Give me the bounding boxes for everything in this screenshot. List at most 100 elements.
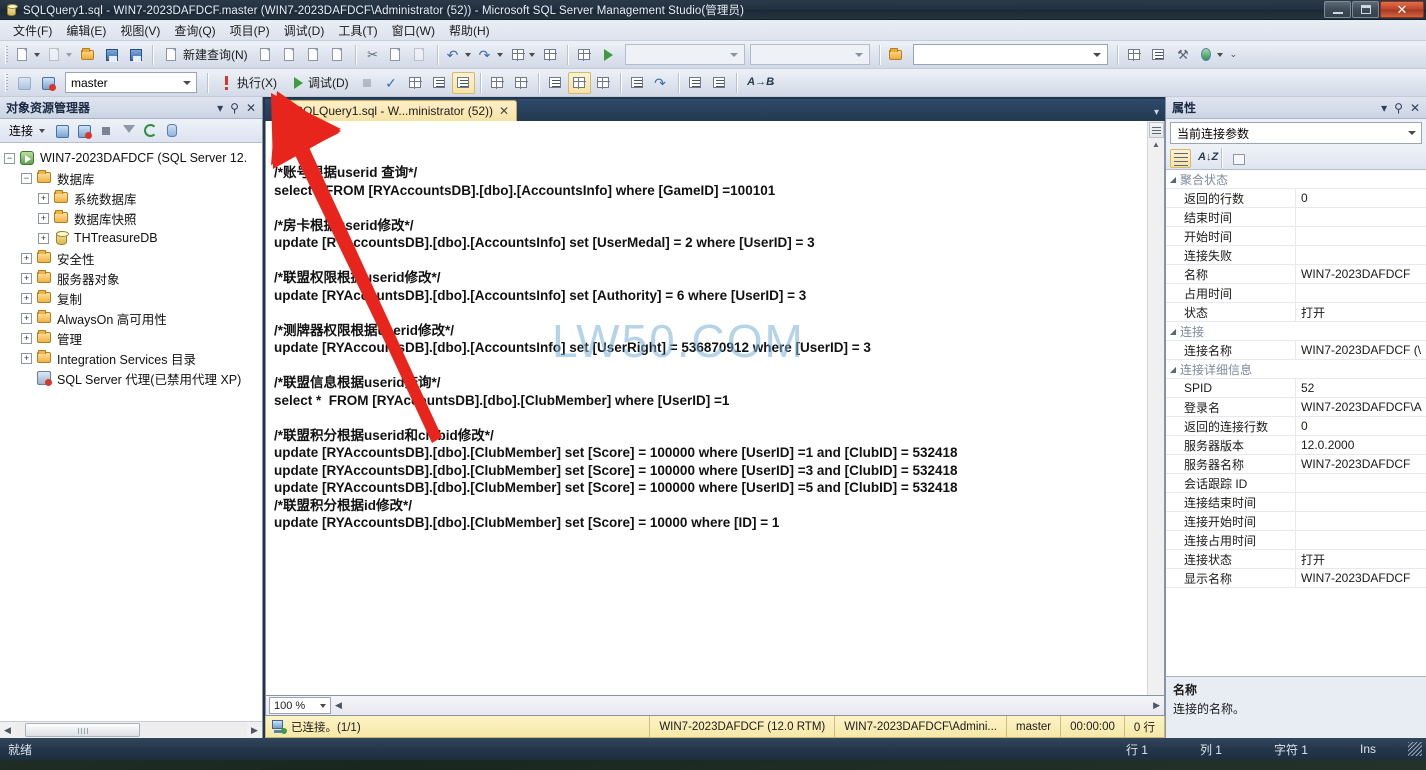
scroll-left-icon[interactable]: ◀ xyxy=(0,725,15,736)
property-category-row[interactable]: ◢ 聚合状态 xyxy=(1166,170,1426,189)
property-row[interactable]: 连接名称 WIN7-2023DAFDCF (\ xyxy=(1166,341,1426,360)
expand-icon[interactable]: + xyxy=(38,192,49,204)
undo-button[interactable]: ↶ xyxy=(443,44,474,66)
property-value[interactable]: WIN7-2023DAFDCF\A xyxy=(1295,398,1426,416)
property-value[interactable]: WIN7-2023DAFDCF xyxy=(1295,265,1426,283)
find-input[interactable] xyxy=(912,44,1108,65)
results-to-grid-button[interactable] xyxy=(567,71,591,94)
hscroll-track[interactable] xyxy=(15,723,247,737)
property-row[interactable]: 占用时间 xyxy=(1166,284,1426,303)
toolbar-overflow-button[interactable]: ⌄ xyxy=(1227,44,1241,66)
tree-item[interactable]: − WIN7-2023DAFDCF (SQL Server 12. xyxy=(4,148,262,168)
split-editor-handle[interactable] xyxy=(1148,122,1164,138)
tree-item[interactable]: + Integration Services 目录 xyxy=(4,348,262,368)
property-value[interactable] xyxy=(1295,531,1426,549)
connect-object-explorer-button[interactable] xyxy=(53,122,71,140)
hscroll-thumb[interactable] xyxy=(25,723,140,737)
property-row[interactable]: 服务器名称 WIN7-2023DAFDCF xyxy=(1166,455,1426,474)
property-row[interactable]: 显示名称 WIN7-2023DAFDCF xyxy=(1166,569,1426,588)
increase-indent-button[interactable] xyxy=(708,72,731,94)
expand-icon[interactable]: + xyxy=(21,312,32,324)
results-to-file-button[interactable] xyxy=(592,72,615,94)
disconnect-object-explorer-button[interactable] xyxy=(75,122,93,140)
solution-configuration-combo[interactable] xyxy=(624,44,745,65)
menu-debug[interactable]: 调试(D) xyxy=(277,20,332,41)
display-estimated-execution-plan-button[interactable] xyxy=(404,72,427,94)
expand-icon[interactable]: + xyxy=(38,232,49,244)
editor-hscroll-track[interactable] xyxy=(346,696,1149,715)
property-value[interactable]: 12.0.2000 xyxy=(1295,436,1426,454)
toolbar-grip[interactable] xyxy=(5,45,8,64)
minimize-button[interactable] xyxy=(1324,1,1351,18)
tools-options-button[interactable]: ⚒ xyxy=(1171,44,1194,66)
save-button[interactable] xyxy=(100,44,123,66)
object-explorer-tree[interactable]: − WIN7-2023DAFDCF (SQL Server 12. − 数据库 + 系统数… xyxy=(0,143,262,721)
sql-text-editor[interactable]: /*账号根据userid 查询*/ select * FROM [RYAccoun… xyxy=(266,121,1147,695)
tree-item[interactable]: + 系统数据库 xyxy=(4,188,262,208)
property-row[interactable]: 服务器版本 12.0.2000 xyxy=(1166,436,1426,455)
property-row[interactable]: 连接占用时间 xyxy=(1166,531,1426,550)
property-row[interactable]: 登录名 WIN7-2023DAFDCF\A xyxy=(1166,398,1426,417)
menu-query[interactable]: 查询(Q) xyxy=(167,20,222,41)
object-explorer-button[interactable] xyxy=(1123,44,1146,66)
new-mdx-query-button[interactable] xyxy=(279,44,302,66)
close-button[interactable]: ✕ xyxy=(1380,1,1424,18)
expand-icon[interactable]: + xyxy=(38,212,49,224)
tab-list-chevron-icon[interactable]: ▾ xyxy=(1154,107,1159,118)
specify-values-for-template-parameters-button[interactable]: A→B xyxy=(742,72,774,94)
categorized-view-button[interactable] xyxy=(1170,148,1191,168)
maximize-button[interactable] xyxy=(1352,1,1379,18)
property-row[interactable]: 会话跟踪 ID xyxy=(1166,474,1426,493)
available-databases-combo[interactable]: master xyxy=(65,72,197,93)
tree-item[interactable]: − 数据库 xyxy=(4,168,262,188)
toolbar-overflow-button[interactable]: ⌄ xyxy=(766,72,780,94)
property-value[interactable] xyxy=(1295,208,1426,226)
expand-icon[interactable]: + xyxy=(21,352,32,364)
property-value[interactable]: WIN7-2023DAFDCF xyxy=(1295,455,1426,473)
property-value[interactable] xyxy=(1295,493,1426,511)
expand-icon[interactable]: + xyxy=(21,332,32,344)
include-live-query-statistics-button[interactable] xyxy=(510,72,533,94)
menu-view[interactable]: 视图(V) xyxy=(113,20,167,41)
show-diagram-button[interactable] xyxy=(573,44,596,66)
comment-lines-button[interactable] xyxy=(626,72,649,94)
menu-edit[interactable]: 编辑(E) xyxy=(59,20,113,41)
category-collapse-icon[interactable]: ◢ xyxy=(1166,327,1180,336)
property-value[interactable]: 打开 xyxy=(1295,550,1426,568)
tree-item[interactable]: + 服务器对象 xyxy=(4,268,262,288)
expand-icon[interactable]: + xyxy=(21,292,32,304)
filter-icon[interactable] xyxy=(119,122,137,140)
property-row[interactable]: 连接结束时间 xyxy=(1166,493,1426,512)
new-database-engine-query-button[interactable] xyxy=(255,44,278,66)
property-category-row[interactable]: ◢ 连接 xyxy=(1166,322,1426,341)
decrease-indent-button[interactable] xyxy=(684,72,707,94)
property-value[interactable] xyxy=(1295,246,1426,264)
properties-object-selector[interactable]: 当前连接参数 xyxy=(1170,122,1422,144)
property-row[interactable]: 结束时间 xyxy=(1166,208,1426,227)
redo-button[interactable]: ↷ xyxy=(475,44,506,66)
property-row[interactable]: 返回的连接行数 0 xyxy=(1166,417,1426,436)
resize-grip[interactable] xyxy=(1408,742,1422,756)
new-dmx-query-button[interactable] xyxy=(303,44,326,66)
new-project-button[interactable] xyxy=(12,44,43,66)
menu-window[interactable]: 窗口(W) xyxy=(385,20,442,41)
include-client-statistics-button[interactable] xyxy=(486,72,509,94)
property-value[interactable]: 52 xyxy=(1295,379,1426,397)
object-explorer-hscrollbar[interactable]: ◀ ▶ xyxy=(0,721,262,738)
property-value[interactable]: WIN7-2023DAFDCF xyxy=(1295,569,1426,587)
pane-dropdown-icon[interactable]: ▾ xyxy=(1381,101,1387,115)
tree-item[interactable]: + 数据库快照 xyxy=(4,208,262,228)
save-all-button[interactable] xyxy=(124,44,147,66)
copy-button[interactable] xyxy=(385,44,408,66)
results-to-text-button[interactable] xyxy=(544,72,567,94)
collapse-icon[interactable]: − xyxy=(21,172,32,184)
tree-item[interactable]: + AlwaysOn 高可用性 xyxy=(4,308,262,328)
property-value[interactable] xyxy=(1295,474,1426,492)
pin-icon[interactable]: ⚲ xyxy=(1394,101,1403,115)
new-item-button[interactable] xyxy=(44,44,75,66)
menu-file[interactable]: 文件(F) xyxy=(6,20,59,41)
property-row[interactable]: 状态 打开 xyxy=(1166,303,1426,322)
alphabetical-view-button[interactable]: A↓Z xyxy=(1194,149,1218,168)
close-icon[interactable]: ✕ xyxy=(1410,101,1420,115)
parse-button[interactable]: ✓ xyxy=(380,72,403,94)
